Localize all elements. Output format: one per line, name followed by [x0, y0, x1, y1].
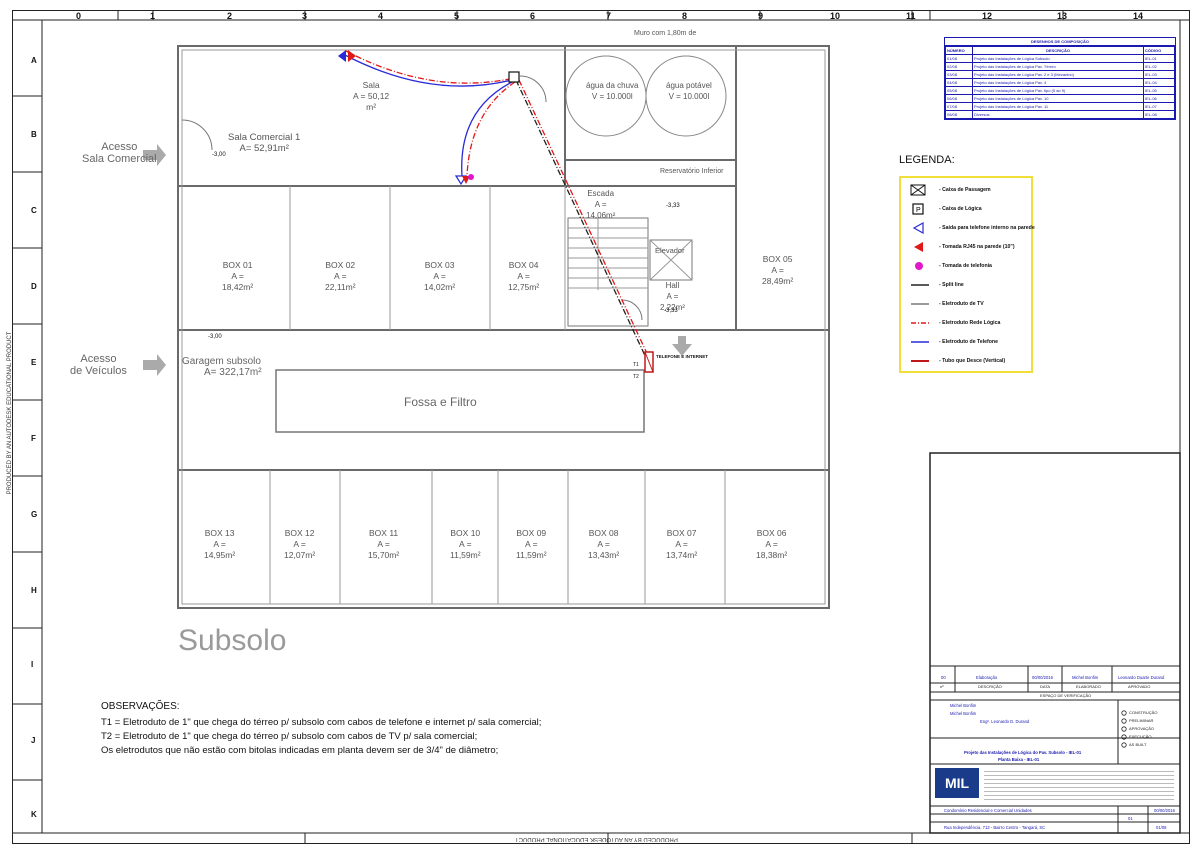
sheet-total: 01/08	[1156, 825, 1167, 830]
title-field: Engº. Leonardo D. Durand	[980, 719, 1030, 724]
revision-by: Michel Bonfim	[1072, 675, 1099, 680]
checklist-item: APROVAÇÃO	[1129, 726, 1155, 731]
revision-header: ESPAÇO DE VERIFICAÇÃO	[1040, 693, 1092, 698]
drawing-title: Projeto das Instalações de Lógica do Pav…	[964, 750, 1082, 755]
revision-label: APROVADO	[1128, 684, 1151, 689]
revision-label: DESCRIÇÃO	[978, 684, 1002, 689]
title-field: Michel Bonfim	[950, 703, 977, 708]
checklist-item: AS BUILT	[1129, 742, 1147, 747]
checklist-item: CONSTRUÇÃO	[1129, 710, 1158, 715]
revision-desc: Elaboração	[976, 675, 998, 680]
revision-label: nº	[940, 684, 944, 689]
revision-label: DATA	[1040, 684, 1051, 689]
revision-approved: Leonardo Duarte Durand	[1118, 675, 1165, 680]
revision-date: 00/00/2016	[1032, 675, 1053, 680]
sheet-date: 00/00/2016	[1154, 808, 1175, 813]
client-line: Rua Independência, 713 - Bairro Centro -…	[944, 825, 1046, 830]
checklist-item: EXECUÇÃO	[1129, 734, 1152, 739]
fine-print-notes	[984, 768, 1174, 802]
revision-label: ELABORADO	[1076, 684, 1101, 689]
drawing-subtitle: Planta Baixa - IEL-01	[998, 757, 1040, 762]
revision-no: 00	[941, 675, 946, 680]
company-logo: MIL	[935, 768, 979, 798]
sheet-number: 01	[1128, 816, 1133, 821]
checklist-item: PRELIMINAR	[1129, 718, 1154, 723]
title-field: Michel Bonfim	[950, 711, 977, 716]
client-line: Condomínio Residencial e Comercial Unida…	[944, 808, 1032, 813]
